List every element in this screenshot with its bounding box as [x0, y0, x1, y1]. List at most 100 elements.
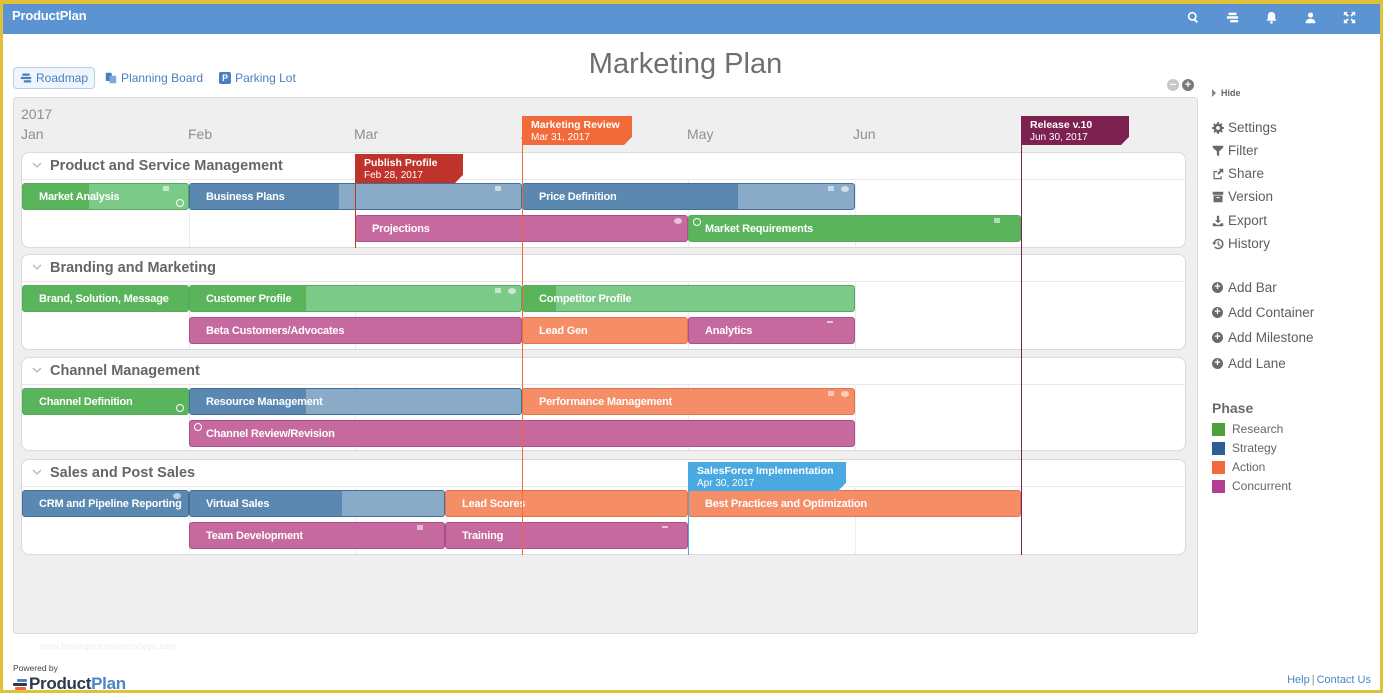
note-icon — [163, 186, 169, 191]
zoom-in-button[interactable]: + — [1182, 79, 1194, 91]
roadmap-bar[interactable]: Competitor Profile — [522, 285, 855, 312]
archive-icon — [1212, 191, 1224, 202]
filter-icon — [1212, 145, 1224, 156]
legend-item-concurrent[interactable]: Concurrent — [1212, 479, 1291, 493]
roadmap-bar[interactable]: Training — [445, 522, 688, 549]
milestone-flag[interactable]: Marketing Review Mar 31, 2017 — [522, 116, 632, 145]
bell-icon[interactable] — [1252, 8, 1291, 26]
roadmap-bar[interactable]: Beta Customers/Advocates — [189, 317, 522, 344]
hide-label: Hide — [1221, 88, 1241, 98]
plus-circle-icon: + — [1212, 307, 1223, 318]
sidebar-version[interactable]: Version — [1212, 189, 1273, 204]
dependency-connector-icon[interactable] — [176, 404, 184, 412]
milestone-flag[interactable]: Release v.10 Jun 30, 2017 — [1021, 116, 1129, 145]
roadmap-bar[interactable]: Market Requirements — [688, 215, 1021, 242]
lane-title[interactable]: Product and Service Management — [50, 158, 283, 174]
milestone-flag[interactable]: Publish Profile Feb 28, 2017 — [355, 154, 463, 183]
comment-icon — [173, 493, 181, 499]
roadmap-bar[interactable]: Team Development — [189, 522, 445, 549]
brand-logo[interactable]: ProductPlan — [12, 8, 87, 23]
milestone-title: Publish Profile — [364, 157, 438, 169]
minimize-icon — [827, 321, 833, 323]
chevron-down-icon[interactable] — [32, 160, 42, 170]
add-bar-button[interactable]: + Add Bar — [1212, 280, 1277, 295]
legend-swatch — [1212, 479, 1225, 493]
milestone-line — [1021, 116, 1022, 555]
legend-title: Phase — [1212, 400, 1254, 416]
bar-label: Business Plans — [206, 191, 285, 203]
bar-label: Beta Customers/Advocates — [206, 325, 345, 337]
milestone-flag[interactable]: SalesForce Implementation Apr 30, 2017 — [688, 462, 846, 491]
bar-label: Channel Review/Revision — [206, 428, 335, 440]
sidebar-share[interactable]: Share — [1212, 166, 1264, 181]
roadmap-bar[interactable]: Market Analysis — [22, 183, 189, 210]
roadmap-icon[interactable] — [1213, 8, 1252, 26]
month-gridline — [855, 384, 856, 450]
hide-sidebar-toggle[interactable]: Hide — [1212, 88, 1241, 98]
roadmap-bar[interactable]: Virtual Sales — [189, 490, 445, 517]
search-icon[interactable] — [1174, 8, 1213, 26]
roadmap-bar[interactable]: Customer Profile — [189, 285, 522, 312]
add-milestone-button[interactable]: + Add Milestone — [1212, 330, 1314, 345]
sidebar-filter[interactable]: Filter — [1212, 143, 1258, 158]
comment-icon — [841, 391, 849, 397]
roadmap-bar[interactable]: Lead Scores — [445, 490, 688, 517]
bar-label: Analytics — [705, 325, 753, 337]
legend-item-action[interactable]: Action — [1212, 460, 1265, 474]
month-label: Mar — [354, 126, 379, 142]
roadmap-bar[interactable]: Performance Management — [522, 388, 855, 415]
legend-swatch — [1212, 422, 1225, 436]
note-icon — [417, 525, 423, 530]
contact-us-link[interactable]: Contact Us — [1317, 674, 1371, 686]
productplan-footer-logo[interactable]: Product Plan — [13, 674, 126, 694]
plus-circle-icon: + — [1212, 358, 1223, 369]
help-link[interactable]: Help — [1287, 674, 1310, 686]
roadmap-bar[interactable]: Resource Management — [189, 388, 522, 415]
bar-label: Lead Gen — [539, 325, 588, 337]
note-icon — [828, 391, 834, 396]
sidebar-history[interactable]: History — [1212, 236, 1270, 251]
bar-label: Lead Scores — [462, 498, 526, 510]
add-container-button[interactable]: + Add Container — [1212, 305, 1314, 320]
dependency-connector-icon[interactable] — [194, 423, 202, 431]
roadmap-bar[interactable]: CRM and Pipeline Reporting — [22, 490, 189, 517]
roadmap-bar[interactable]: Channel Definition — [22, 388, 189, 415]
note-icon — [495, 186, 501, 191]
bar-label: Competitor Profile — [539, 293, 632, 305]
bar-label: Virtual Sales — [206, 498, 270, 510]
user-icon[interactable] — [1291, 8, 1330, 26]
legend-swatch — [1212, 460, 1225, 474]
bar-label: Training — [462, 530, 504, 542]
plus-circle-icon: + — [1212, 332, 1223, 343]
dependency-connector-icon[interactable] — [693, 218, 701, 226]
month-label: Feb — [188, 126, 213, 142]
milestone-title: Marketing Review — [531, 119, 620, 131]
zoom-out-button[interactable]: − — [1167, 79, 1179, 91]
roadmap-bar[interactable]: Best Practices and Optimization — [688, 490, 1021, 517]
watermark-text: www.heritagechristiancollege.com — [40, 642, 177, 651]
comment-icon — [674, 218, 682, 224]
chevron-down-icon[interactable] — [32, 365, 42, 375]
sidebar-export[interactable]: Export — [1212, 213, 1267, 228]
roadmap-bar[interactable]: Brand, Solution, Message — [22, 285, 189, 312]
roadmap-bar[interactable]: Analytics — [688, 317, 855, 344]
fullscreen-icon[interactable] — [1330, 8, 1369, 26]
lane-title[interactable]: Branding and Marketing — [50, 260, 216, 276]
legend-item-strategy[interactable]: Strategy — [1212, 441, 1277, 455]
legend-swatch — [1212, 441, 1225, 455]
chevron-down-icon[interactable] — [32, 262, 42, 272]
add-lane-button[interactable]: + Add Lane — [1212, 356, 1286, 371]
footer-links: Help | Contact Us — [1287, 674, 1371, 686]
note-icon — [495, 288, 501, 293]
lane-title[interactable]: Channel Management — [50, 363, 200, 379]
sidebar-settings[interactable]: Settings — [1212, 120, 1277, 135]
dependency-connector-icon[interactable] — [176, 199, 184, 207]
chevron-down-icon[interactable] — [32, 467, 42, 477]
roadmap-bar[interactable]: Price Definition — [522, 183, 855, 210]
roadmap-bar[interactable]: Lead Gen — [522, 317, 688, 344]
legend-item-research[interactable]: Research — [1212, 422, 1283, 436]
lane-title[interactable]: Sales and Post Sales — [50, 465, 195, 481]
zoom-controls: − + — [1167, 79, 1194, 91]
lane-sales-and-post-sales: Sales and Post Sales CRM and Pipeline Rep… — [21, 459, 1186, 555]
note-icon — [828, 186, 834, 191]
